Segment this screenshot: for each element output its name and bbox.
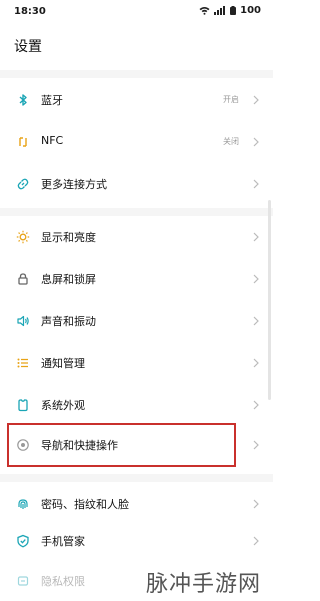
item-label: 息屏和锁屏 (41, 273, 96, 286)
item-label: 隐私权限 (41, 575, 85, 588)
item-label: 蓝牙 (41, 94, 63, 107)
settings-item-appearance[interactable]: 系统外观 (0, 385, 273, 425)
wifi-icon (199, 7, 210, 15)
scrollbar[interactable] (268, 200, 271, 400)
settings-item-display[interactable]: 显示和亮度 (0, 217, 273, 257)
chevron-right-icon (253, 316, 259, 326)
chevron-right-icon (253, 536, 259, 546)
chevron-right-icon (253, 274, 259, 284)
chevron-right-icon (253, 179, 259, 189)
fingerprint-icon (18, 499, 28, 509)
section-divider (0, 70, 273, 78)
chevron-right-icon (253, 358, 259, 368)
settings-item-sound[interactable]: 声音和振动 (0, 301, 273, 341)
item-label: 更多连接方式 (41, 178, 107, 191)
status-icons: 100 (199, 5, 261, 16)
watermark: 脉冲手游网 (146, 572, 262, 597)
status-bar: 18:30 100 (0, 0, 273, 24)
chevron-right-icon (253, 95, 259, 105)
privacy-icon (17, 576, 29, 586)
item-label: NFC (41, 134, 64, 147)
signal-icon (214, 6, 226, 15)
item-value: 开启 (223, 95, 239, 104)
chevron-right-icon (253, 400, 259, 410)
item-label: 显示和亮度 (41, 231, 96, 244)
item-label: 手机管家 (41, 535, 85, 548)
sun-icon (16, 230, 30, 244)
section-divider (0, 208, 273, 216)
chevron-right-icon (253, 137, 259, 147)
item-label: 密码、指纹和人脸 (41, 498, 129, 511)
settings-item-lock-screen[interactable]: 息屏和锁屏 (0, 259, 273, 299)
settings-item-bluetooth[interactable]: 蓝牙 开启 (0, 80, 273, 120)
status-time: 18:30 (14, 6, 46, 17)
shield-icon (17, 534, 29, 548)
item-label: 系统外观 (41, 399, 85, 412)
battery-level: 100 (240, 5, 261, 16)
settings-item-nfc[interactable]: NFC 关闭 (0, 122, 273, 162)
item-label: 声音和振动 (41, 315, 96, 328)
page-title: 设置 (14, 39, 42, 55)
speaker-icon (17, 315, 29, 327)
battery-icon (230, 6, 237, 15)
item-label: 通知管理 (41, 357, 85, 370)
settings-item-notifications[interactable]: 通知管理 (0, 343, 273, 383)
lock-icon (18, 273, 28, 285)
settings-item-phone-manager[interactable]: 手机管家 (0, 521, 273, 561)
chevron-right-icon (253, 440, 259, 450)
chevron-right-icon (253, 499, 259, 509)
settings-item-security[interactable]: 密码、指纹和人脸 (0, 484, 273, 524)
highlight-box (7, 423, 236, 467)
appearance-icon (18, 399, 28, 412)
nfc-icon (19, 137, 27, 147)
item-value: 关闭 (223, 137, 239, 146)
list-icon (17, 358, 28, 368)
settings-item-more-connections[interactable]: 更多连接方式 (0, 164, 273, 204)
link-icon (17, 178, 29, 190)
bluetooth-icon (19, 94, 27, 106)
section-divider (0, 474, 273, 482)
chevron-right-icon (253, 232, 259, 242)
